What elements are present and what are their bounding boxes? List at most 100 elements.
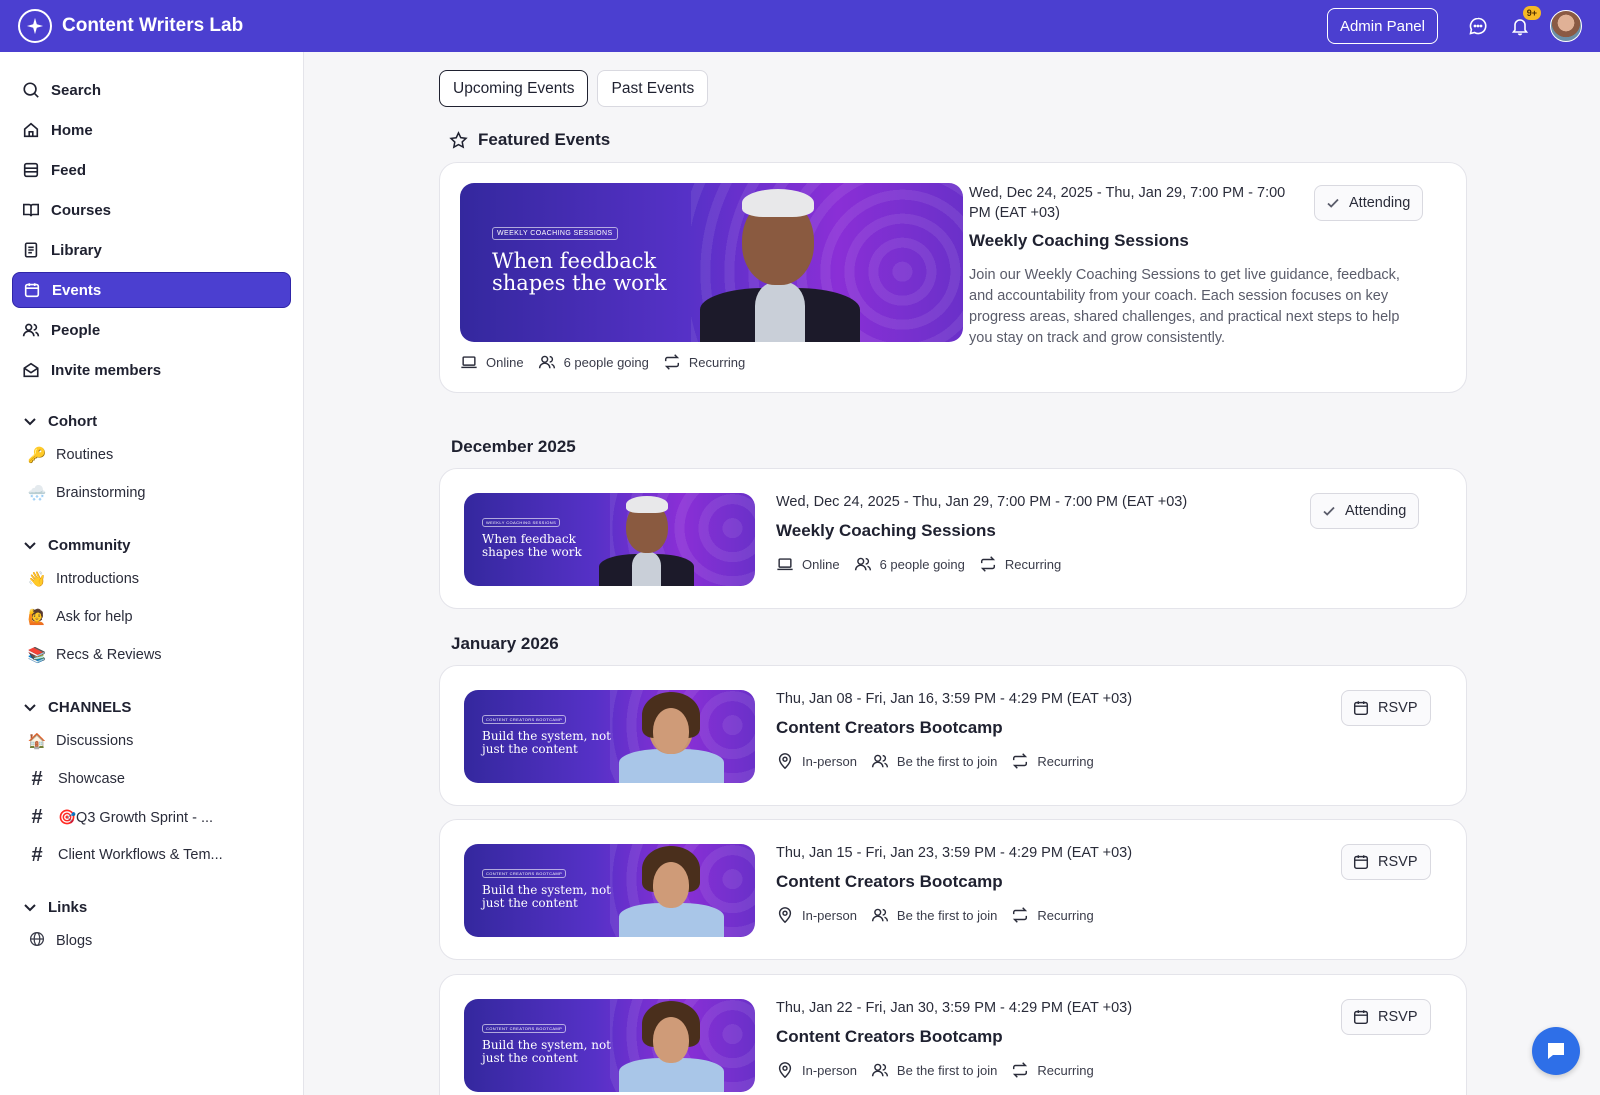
- event-tabs: Upcoming Events Past Events: [439, 70, 709, 107]
- event-description: Join our Weekly Coaching Sessions to get…: [969, 267, 1400, 346]
- event-meta: In-person Be the first to join Recurring: [776, 1061, 1108, 1079]
- event-location: In-person: [802, 1062, 857, 1078]
- star-icon: [449, 130, 468, 149]
- people-icon: [538, 355, 555, 369]
- sidebar-item-search[interactable]: Search: [12, 72, 291, 108]
- sidebar-item-showcase[interactable]: # Showcase: [26, 760, 303, 798]
- event-location: Online: [486, 354, 524, 370]
- repeat-icon: [980, 556, 996, 572]
- banner-tag: CONTENT CREATORS BOOTCAMP: [482, 869, 567, 878]
- sidebar-item-label: People: [51, 321, 101, 339]
- sidebar-item-library[interactable]: Library: [12, 232, 291, 268]
- sidebar-item-label: Blogs: [56, 933, 93, 949]
- library-icon: [21, 240, 41, 260]
- chevron-down-icon: [24, 904, 36, 912]
- hash-icon: #: [31, 767, 43, 790]
- repeat-icon: [1013, 1062, 1028, 1078]
- sidebar-item-events[interactable]: Events: [12, 272, 291, 308]
- attending-label: Attending: [1345, 503, 1407, 519]
- banner-portrait: [614, 999, 729, 1092]
- people-icon: [871, 754, 889, 768]
- section-channels[interactable]: CHANNELS: [22, 692, 303, 722]
- attending-button[interactable]: Attending: [1314, 185, 1424, 221]
- chevron-down-icon: [24, 542, 36, 550]
- cloud-snow-icon: 🌨️: [27, 485, 47, 502]
- banner-tag: WEEKLY COACHING SESSIONS: [492, 227, 618, 240]
- event-title[interactable]: Weekly Coaching Sessions: [969, 231, 1189, 251]
- event-location: In-person: [802, 753, 857, 769]
- sidebar-item-introductions[interactable]: 👋 Introductions: [26, 560, 303, 598]
- rsvp-label: RSVP: [1378, 1009, 1418, 1025]
- app-title[interactable]: Content Writers Lab: [62, 15, 243, 37]
- tab-upcoming-events[interactable]: Upcoming Events: [439, 70, 589, 107]
- featured-event-card[interactable]: WEEKLY COACHING SESSIONS When feedback s…: [439, 162, 1467, 393]
- sidebar-item-q3-growth-sprint[interactable]: # 🎯Q3 Growth Sprint - ...: [26, 798, 303, 836]
- event-card[interactable]: CONTENT CREATORS BOOTCAMP Build the syst…: [439, 974, 1467, 1095]
- sidebar-item-client-workflows[interactable]: # Client Workflows & Tem...: [26, 836, 303, 874]
- event-banner-image: WEEKLY COACHING SESSIONS When feedback s…: [460, 183, 963, 342]
- sidebar-item-ask-for-help[interactable]: 🙋 Ask for help: [26, 598, 303, 636]
- sidebar-item-discussions[interactable]: 🏠 Discussions: [26, 722, 303, 760]
- event-title[interactable]: Content Creators Bootcamp: [776, 1027, 1003, 1047]
- event-meta: Online 6 people going Recurring: [776, 555, 1075, 573]
- laptop-icon: [461, 356, 477, 369]
- section-links[interactable]: Links: [22, 892, 303, 922]
- app-logo-icon[interactable]: [18, 9, 52, 43]
- sidebar-item-courses[interactable]: Courses: [12, 192, 291, 228]
- calendar-icon: [1353, 701, 1369, 716]
- sidebar-item-label: Invite members: [51, 361, 162, 379]
- section-community[interactable]: Community: [22, 530, 303, 560]
- globe-icon: [26, 931, 48, 951]
- sidebar-item-label: Discussions: [56, 733, 134, 749]
- chevron-down-icon: [24, 418, 36, 426]
- event-title[interactable]: Weekly Coaching Sessions: [776, 521, 996, 541]
- section-label: Community: [48, 536, 131, 554]
- event-card[interactable]: CONTENT CREATORS BOOTCAMP Build the syst…: [439, 819, 1467, 960]
- sidebar-item-feed[interactable]: Feed: [12, 152, 291, 188]
- chat-launcher-button[interactable]: [1532, 1027, 1580, 1075]
- sidebar-item-blogs[interactable]: Blogs: [26, 922, 303, 960]
- event-meta: In-person Be the first to join Recurring: [776, 752, 1108, 770]
- sidebar-item-brainstorming[interactable]: 🌨️ Brainstorming: [26, 474, 303, 512]
- user-avatar[interactable]: [1550, 10, 1582, 42]
- people-icon: [21, 320, 41, 340]
- rsvp-button[interactable]: RSVP: [1341, 690, 1431, 726]
- sidebar-item-label: Introductions: [56, 571, 140, 587]
- rsvp-button[interactable]: RSVP: [1341, 999, 1431, 1035]
- attending-button[interactable]: Attending: [1310, 493, 1420, 529]
- sidebar-item-recs-reviews[interactable]: 📚 Recs & Reviews: [26, 636, 303, 674]
- sidebar-item-invite[interactable]: Invite members: [12, 352, 291, 388]
- admin-panel-button[interactable]: Admin Panel: [1326, 8, 1438, 44]
- event-title[interactable]: Content Creators Bootcamp: [776, 872, 1003, 892]
- section-cohort[interactable]: Cohort: [22, 406, 303, 436]
- event-card[interactable]: CONTENT CREATORS BOOTCAMP Build the syst…: [439, 665, 1467, 806]
- banner-headline: When feedback shapes the work: [482, 532, 582, 559]
- sidebar: Search Home Feed Courses Library Events …: [0, 52, 304, 1095]
- sidebar-item-routines[interactable]: 🔑 Routines: [26, 436, 303, 474]
- banner-headline: Build the system, not just the content: [482, 729, 611, 756]
- event-date: Thu, Jan 15 - Fri, Jan 23, 3:59 PM - 4:2…: [776, 845, 1133, 861]
- event-recurrence: Recurring: [1037, 1062, 1094, 1078]
- people-icon: [871, 1063, 889, 1077]
- banner-tag: CONTENT CREATORS BOOTCAMP: [482, 1024, 567, 1033]
- chat-icon[interactable]: [1466, 14, 1490, 38]
- event-title[interactable]: Content Creators Bootcamp: [776, 718, 1003, 738]
- sidebar-item-home[interactable]: Home: [12, 112, 291, 148]
- check-icon: [1327, 198, 1339, 208]
- rsvp-button[interactable]: RSVP: [1341, 844, 1431, 880]
- hash-icon: #: [31, 843, 43, 866]
- banner-tag: CONTENT CREATORS BOOTCAMP: [482, 715, 567, 724]
- calendar-icon: [22, 280, 42, 300]
- event-attendees: Be the first to join: [896, 907, 998, 923]
- bell-icon[interactable]: 9+: [1508, 6, 1541, 38]
- event-date: Thu, Jan 08 - Fri, Jan 16, 3:59 PM - 4:2…: [776, 691, 1133, 707]
- event-card[interactable]: WEEKLY COACHING SESSIONS When feedback s…: [439, 468, 1467, 609]
- month-heading-january: January 2026: [451, 634, 559, 653]
- sidebar-item-people[interactable]: People: [12, 312, 291, 348]
- home-icon: [21, 120, 41, 140]
- section-label: Cohort: [48, 412, 98, 430]
- tab-past-events[interactable]: Past Events: [597, 70, 709, 107]
- event-location: Online: [802, 556, 840, 572]
- banner-headline: When feedback shapes the work: [492, 249, 667, 296]
- map-pin-icon: [778, 753, 792, 770]
